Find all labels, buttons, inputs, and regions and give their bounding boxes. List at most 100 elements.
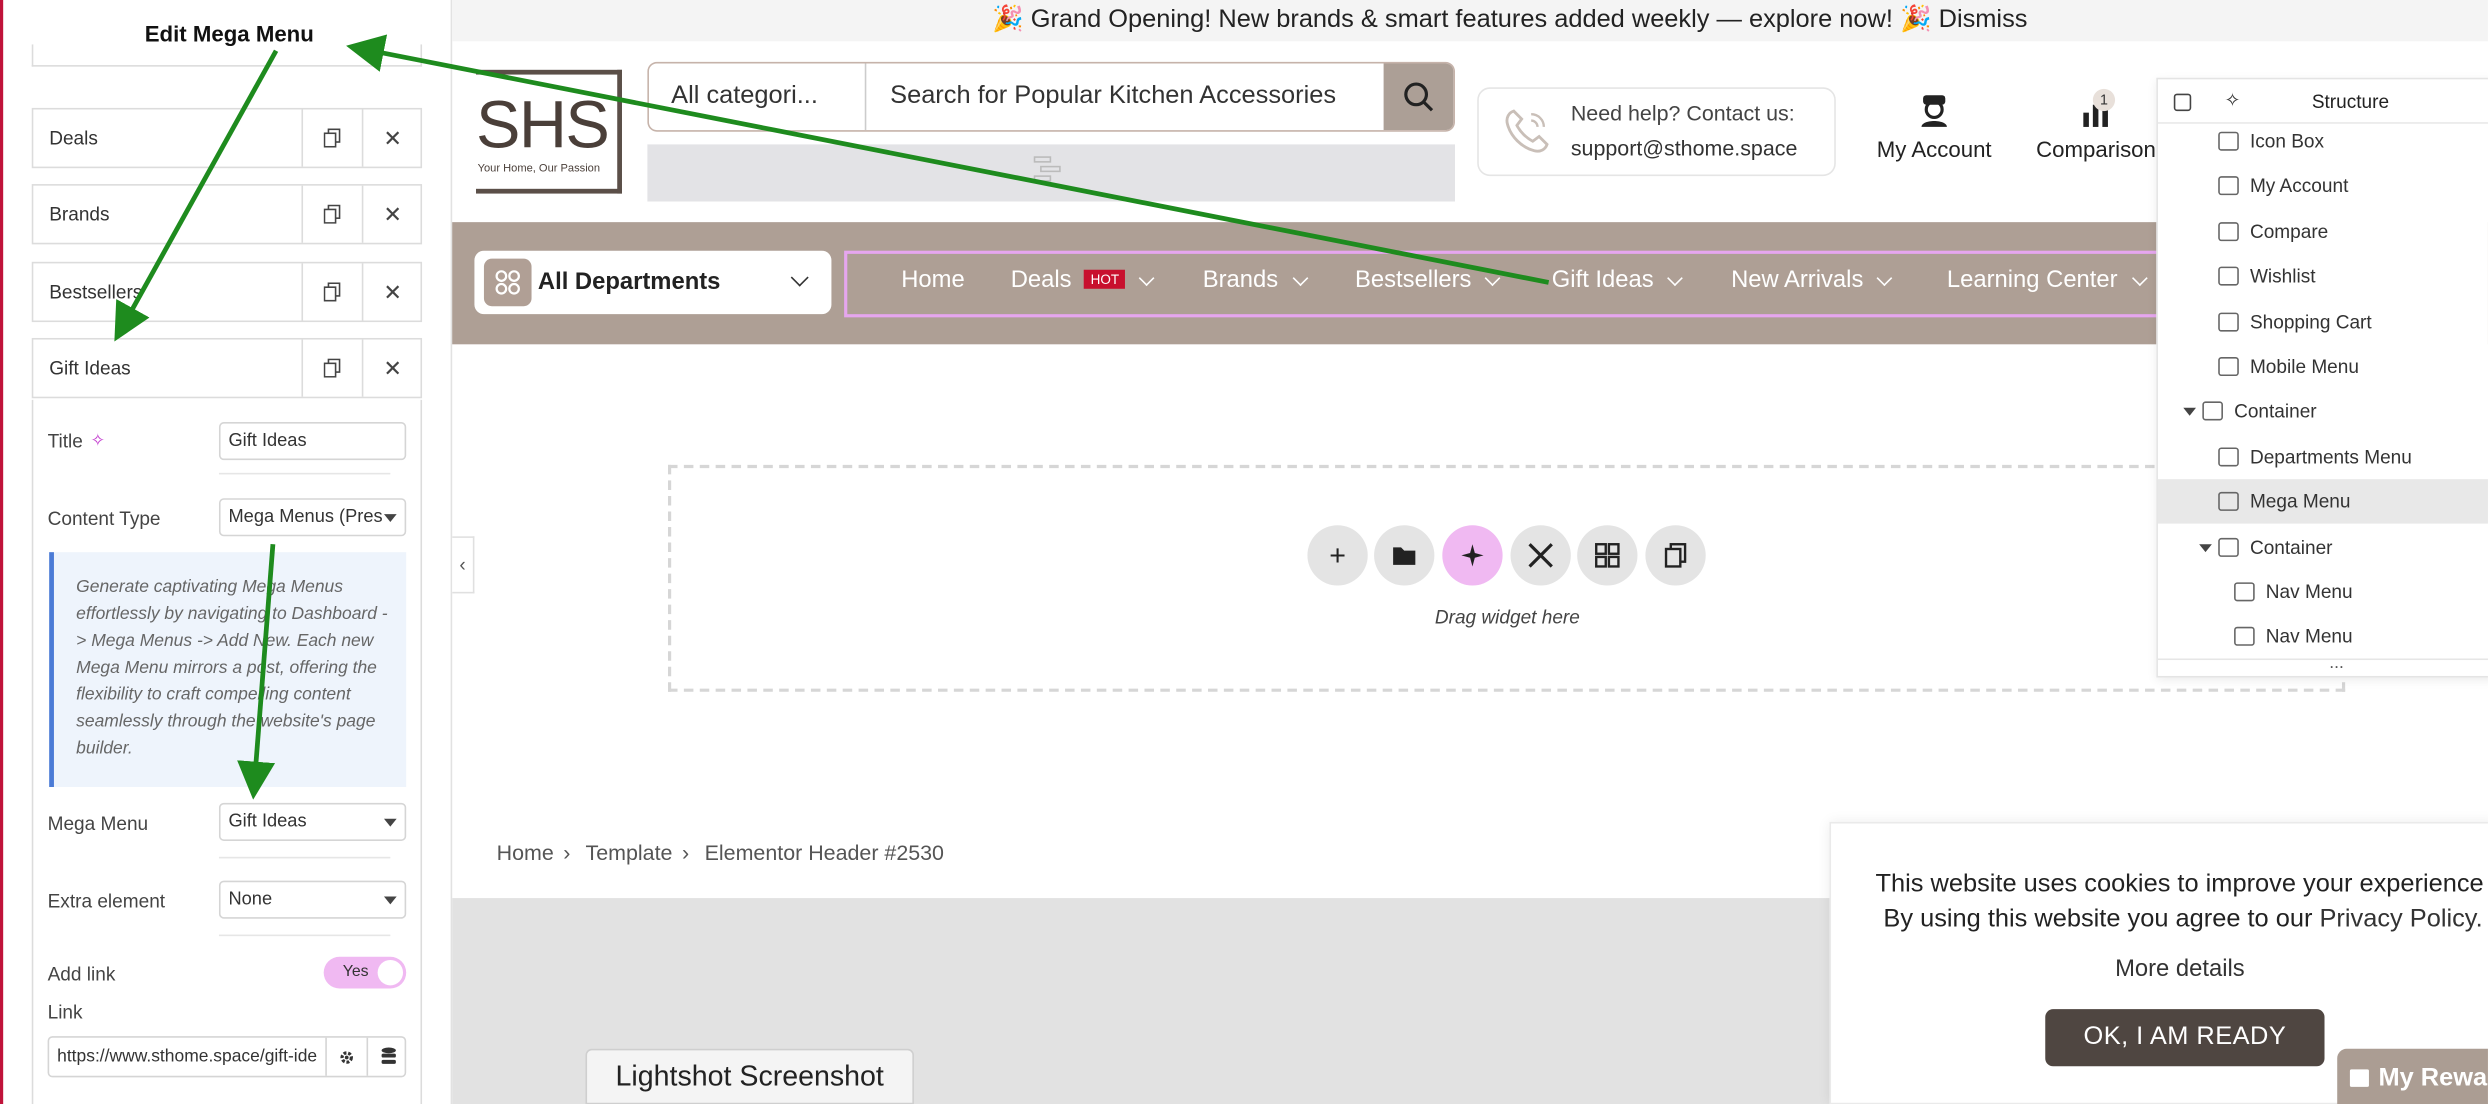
link-input[interactable]: https://www.sthome.space/gift-ide xyxy=(47,1036,408,1078)
nav-item-brands[interactable]: Brands xyxy=(1203,267,1308,294)
nav-label: Home xyxy=(901,266,965,294)
structure-item-label: Shopping Cart xyxy=(2249,310,2372,333)
chevron-down-icon xyxy=(383,818,397,827)
structure-item[interactable]: Container xyxy=(2158,525,2488,569)
title-input[interactable]: Gift Ideas xyxy=(218,422,407,461)
duplicate-icon[interactable] xyxy=(301,185,361,243)
collapse-panel-button[interactable]: ‹ xyxy=(452,536,475,594)
ai-sparkle-icon[interactable]: ✧ xyxy=(90,430,105,451)
structure-item-label: Container xyxy=(2234,400,2317,423)
structure-item[interactable]: Container xyxy=(2158,389,2488,433)
breadcrumb-home[interactable]: Home xyxy=(497,841,554,865)
more-icon[interactable]: ... xyxy=(2329,654,2344,673)
templates-icon[interactable] xyxy=(1577,525,1638,586)
extra-element-select[interactable]: None xyxy=(218,880,407,919)
breadcrumb: Home › Template › Elementor Header #2530 xyxy=(497,841,954,865)
search-category-select[interactable]: All categori... xyxy=(649,63,867,131)
search-input[interactable]: Search for Popular Kitchen Accessories xyxy=(890,63,1336,130)
more-details-link[interactable]: More details xyxy=(2115,955,2245,982)
add-link-toggle[interactable]: Yes xyxy=(323,956,407,989)
widget-placeholder[interactable] xyxy=(647,144,1456,202)
duplicate-icon[interactable] xyxy=(301,109,361,167)
structure-item[interactable]: Nav Menu xyxy=(2158,615,2488,659)
expand-toggle-icon[interactable] xyxy=(2183,408,2196,417)
plus-icon[interactable]: + xyxy=(1307,525,1368,586)
menu-item-brands[interactable]: Brands ✕ xyxy=(31,184,423,245)
nav-item-new-arrivals[interactable]: New Arrivals xyxy=(1731,267,1893,294)
support-email[interactable]: support@sthome.space xyxy=(1571,136,1798,160)
add-link-label: Add link xyxy=(47,963,116,986)
my-account-link[interactable]: My Account xyxy=(1872,92,1996,162)
breadcrumb-template[interactable]: Template xyxy=(586,841,673,865)
collapse-icon[interactable] xyxy=(2173,93,2192,112)
gear-icon[interactable] xyxy=(325,1037,366,1076)
menu-item-label: Gift Ideas xyxy=(49,357,131,380)
ai-sparkle-icon[interactable] xyxy=(1442,525,1503,586)
lightshot-tab[interactable]: Lightshot Screenshot xyxy=(585,1048,914,1104)
close-icon[interactable]: ✕ xyxy=(361,109,422,167)
copy-icon[interactable] xyxy=(1645,525,1706,586)
menu-item-deals[interactable]: Deals ✕ xyxy=(31,107,423,169)
expand-toggle-icon[interactable] xyxy=(2199,543,2212,552)
structure-title: Structure xyxy=(2311,90,2390,113)
nav-item-gift-ideas[interactable]: Gift Ideas xyxy=(1552,267,1684,294)
mega-menu-select[interactable]: Gift Ideas xyxy=(218,802,407,841)
cookie-accept-button[interactable]: OK, I AM READY xyxy=(2045,1009,2325,1067)
content-type-select[interactable]: Mega Menus (Pres xyxy=(218,498,407,537)
chevron-down-icon xyxy=(383,896,397,905)
help-box[interactable]: Need help? Contact us: support@sthome.sp… xyxy=(1477,87,1836,177)
search-bar[interactable]: All categori... Search for Popular Kitch… xyxy=(647,61,1456,132)
privacy-policy-link[interactable]: Privacy Policy. xyxy=(2319,906,2482,933)
structure-item[interactable]: Mobile Menu xyxy=(2158,344,2488,388)
widget-drop-zone[interactable] xyxy=(668,464,2346,692)
link-label: Link xyxy=(47,1001,83,1024)
menu-item-bestsellers[interactable]: Bestsellers ✕ xyxy=(31,261,423,323)
help-text: Need help? Contact us: xyxy=(1570,101,1795,126)
duplicate-icon[interactable] xyxy=(301,263,361,321)
x-logo-icon[interactable] xyxy=(1510,525,1571,586)
nav-menu-icon xyxy=(1033,156,1061,182)
structure-item[interactable]: Departments Menu xyxy=(2158,434,2488,478)
nav-label: Learning Center xyxy=(1946,266,2118,294)
close-icon[interactable]: ✕ xyxy=(361,339,422,397)
nav-item-deals[interactable]: Deals HOT xyxy=(1011,267,1155,294)
widget-icon xyxy=(2218,537,2239,557)
nav-item-home[interactable]: Home xyxy=(901,267,964,294)
structure-item[interactable]: Nav Menu xyxy=(2158,570,2488,614)
hot-badge: HOT xyxy=(1084,269,1126,289)
divider xyxy=(2157,658,2488,661)
widget-icon xyxy=(2218,447,2239,467)
structure-header: ✧ Structure xyxy=(2157,79,2488,124)
nav-item-learning-center[interactable]: Learning Center xyxy=(1946,266,2148,294)
cookie-text-prefix: By using this website you agree to our xyxy=(1883,906,2313,933)
structure-item[interactable]: Shopping Cart xyxy=(2158,299,2488,343)
structure-item[interactable]: Wishlist xyxy=(2158,254,2488,298)
chevron-right-icon: › xyxy=(681,840,690,865)
structure-item[interactable]: My Account xyxy=(2158,164,2488,208)
rewards-button[interactable]: My Rewa xyxy=(2337,1048,2488,1104)
mega-menu-value: Gift Ideas xyxy=(228,812,307,832)
menu-item-gift-ideas[interactable]: Gift Ideas ✕ xyxy=(31,337,423,399)
nav-item-bestsellers[interactable]: Bestsellers xyxy=(1355,267,1501,294)
structure-item[interactable]: Compare xyxy=(2158,209,2488,253)
extra-element-label: Extra element xyxy=(47,890,166,913)
structure-item-label: Container xyxy=(2249,535,2333,558)
ai-sparkle-icon[interactable]: ✧ xyxy=(2225,89,2241,111)
drag-widget-hint: Drag widget here xyxy=(1434,606,1580,629)
structure-item-label: My Account xyxy=(2249,175,2349,198)
folder-icon[interactable] xyxy=(1374,525,1435,586)
database-icon[interactable] xyxy=(366,1037,408,1076)
close-icon[interactable]: ✕ xyxy=(361,263,422,321)
announcement-bar[interactable]: 🎉 Grand Opening! New brands & smart feat… xyxy=(452,0,2488,42)
logo-text: SHS xyxy=(476,87,610,162)
site-logo[interactable]: SHS Your Home, Our Passion xyxy=(476,69,622,194)
structure-item[interactable]: Icon Box xyxy=(2158,119,2488,163)
duplicate-icon[interactable] xyxy=(301,339,361,397)
title-label: Title xyxy=(47,429,83,453)
phone-icon xyxy=(1505,109,1549,153)
close-icon[interactable]: ✕ xyxy=(361,185,422,243)
structure-item[interactable]: Mega Menu xyxy=(2157,479,2488,524)
menu-item-label: Bestsellers xyxy=(49,280,143,304)
all-departments-button[interactable]: All Departments xyxy=(474,250,832,315)
search-button[interactable] xyxy=(1383,63,1454,131)
